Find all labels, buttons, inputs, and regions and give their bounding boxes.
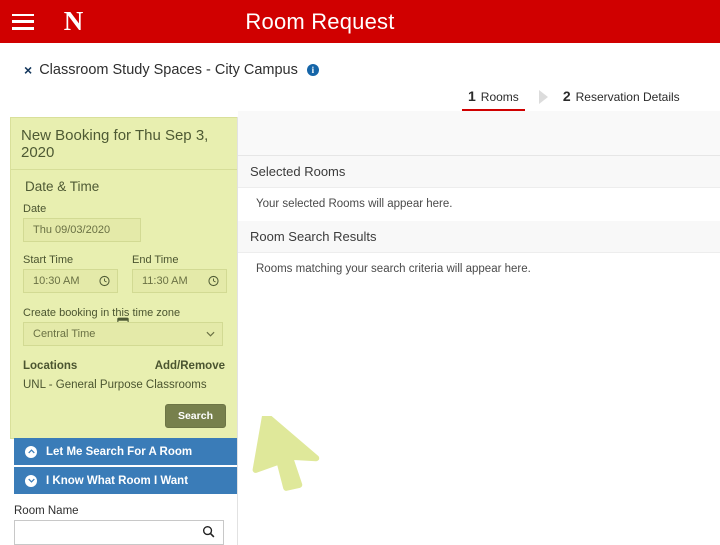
date-label: Date bbox=[23, 203, 237, 215]
hamburger-icon[interactable] bbox=[10, 12, 36, 32]
tab-rooms-label: Rooms bbox=[481, 90, 519, 104]
clock-icon[interactable] bbox=[99, 276, 110, 287]
end-time-label: End Time bbox=[132, 254, 227, 266]
search-button[interactable]: Search bbox=[165, 404, 226, 428]
new-booking-title: New Booking for Thu Sep 3, 2020 bbox=[11, 118, 237, 170]
results-panel: Selected Rooms Your selected Rooms will … bbox=[238, 111, 720, 286]
room-search-results-empty-text: Rooms matching your search criteria will… bbox=[238, 253, 720, 286]
locations-header: Locations Add/Remove bbox=[23, 360, 225, 372]
chevron-down-circle-icon bbox=[25, 475, 37, 487]
date-time-section-heading: Date & Time bbox=[11, 170, 237, 200]
room-name-input[interactable] bbox=[14, 520, 224, 545]
timezone-label: Create booking in this time zone bbox=[23, 307, 237, 319]
new-booking-panel: New Booking for Thu Sep 3, 2020 Date & T… bbox=[10, 117, 238, 439]
room-name-label: Room Name bbox=[14, 505, 224, 517]
close-icon[interactable]: × bbox=[24, 63, 32, 77]
i-know-what-room-i-want-button[interactable]: I Know What Room I Want bbox=[14, 467, 238, 496]
breadcrumb: × Classroom Study Spaces - City Campus i bbox=[24, 62, 319, 78]
date-input[interactable]: Thu 09/03/2020 bbox=[23, 218, 141, 242]
room-search-accordion: Let Me Search For A Room I Know What Roo… bbox=[14, 438, 238, 496]
tab-separator-icon bbox=[539, 90, 548, 104]
info-icon[interactable]: i bbox=[307, 64, 319, 76]
locations-label: Locations bbox=[23, 360, 77, 372]
room-name-field-group: Room Name bbox=[14, 505, 224, 545]
chevron-down-icon[interactable] bbox=[206, 331, 215, 337]
tab-reservation-details-number: 2 bbox=[563, 88, 571, 104]
nebraska-logo[interactable]: N bbox=[58, 7, 88, 37]
arrow-cursor-annotation bbox=[250, 416, 340, 494]
app-header: N Room Request bbox=[0, 0, 720, 43]
breadcrumb-label: Classroom Study Spaces - City Campus bbox=[39, 62, 298, 78]
let-me-search-for-a-room-button[interactable]: Let Me Search For A Room bbox=[14, 438, 238, 467]
start-time-label: Start Time bbox=[23, 254, 118, 266]
results-top-band bbox=[238, 111, 720, 156]
end-time-input[interactable]: 11:30 AM bbox=[132, 269, 227, 293]
let-me-search-for-a-room-label: Let Me Search For A Room bbox=[46, 446, 192, 458]
selected-rooms-heading: Selected Rooms bbox=[238, 156, 720, 188]
tab-rooms-number: 1 bbox=[468, 88, 476, 104]
page-title: Room Request bbox=[0, 9, 720, 35]
location-value: UNL - General Purpose Classrooms bbox=[23, 379, 225, 391]
tab-reservation-details[interactable]: 2 Reservation Details bbox=[557, 88, 686, 109]
chevron-up-circle-icon bbox=[25, 446, 37, 458]
tab-reservation-details-label: Reservation Details bbox=[576, 90, 680, 104]
clock-icon[interactable] bbox=[208, 276, 219, 287]
tab-rooms[interactable]: 1 Rooms bbox=[462, 88, 525, 111]
room-search-results-heading: Room Search Results bbox=[238, 221, 720, 253]
wizard-tabs: 1 Rooms 2 Reservation Details bbox=[462, 88, 686, 111]
room-request-page: N Room Request × Classroom Study Spaces … bbox=[0, 0, 720, 545]
timezone-select[interactable]: Central Time bbox=[23, 322, 223, 346]
start-time-input[interactable]: 10:30 AM bbox=[23, 269, 118, 293]
i-know-what-room-i-want-label: I Know What Room I Want bbox=[46, 475, 188, 487]
selected-rooms-empty-text: Your selected Rooms will appear here. bbox=[238, 188, 720, 221]
magnifier-icon[interactable] bbox=[202, 525, 215, 541]
add-remove-locations-link[interactable]: Add/Remove bbox=[155, 360, 225, 372]
